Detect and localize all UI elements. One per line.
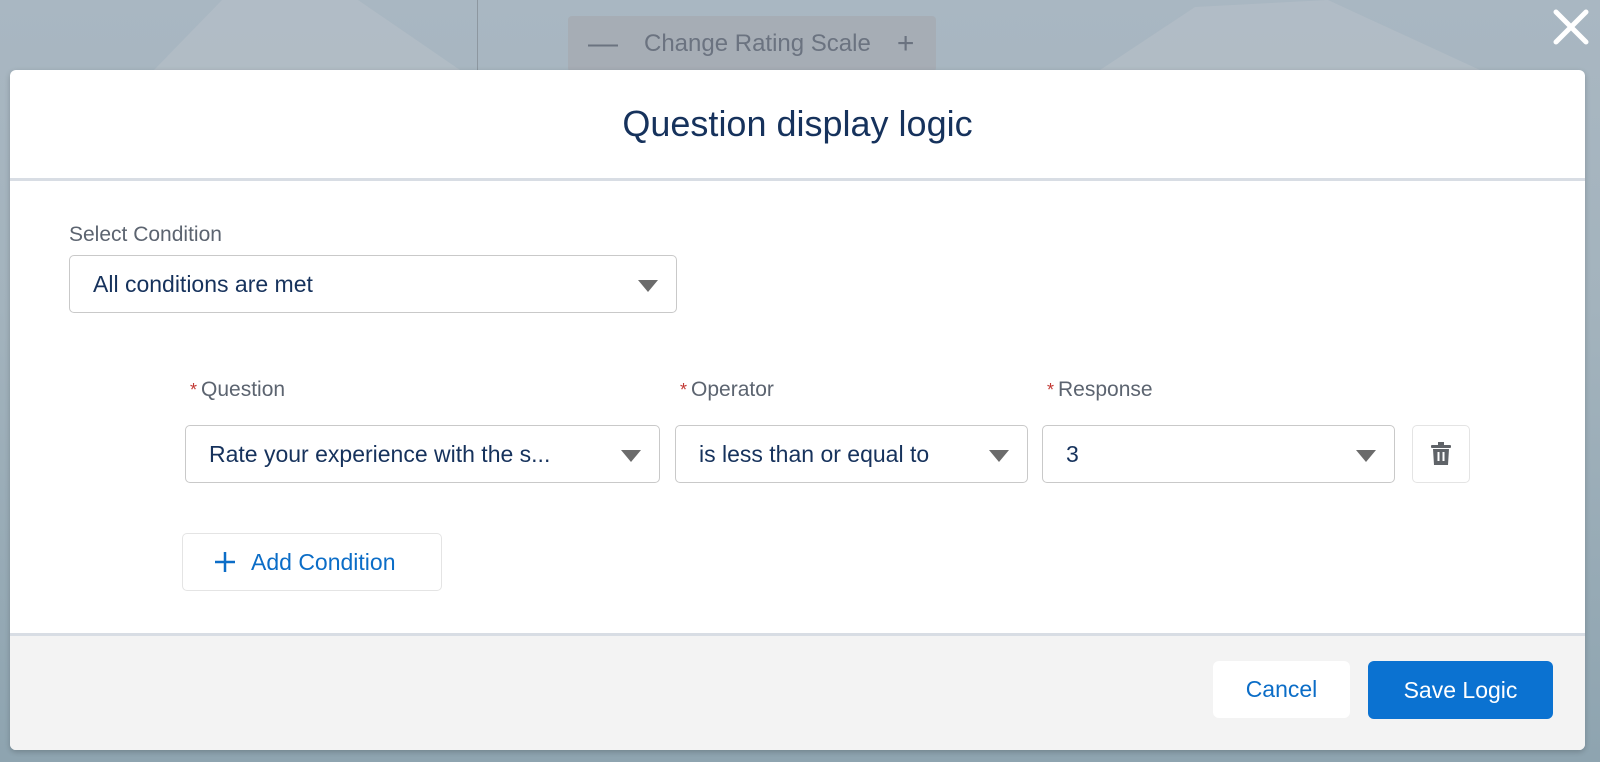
- background-toolbar-label: Change Rating Scale: [644, 30, 871, 57]
- minus-icon: —: [588, 27, 618, 60]
- plus-icon: +: [896, 27, 915, 60]
- response-label: * Response: [1047, 378, 1153, 401]
- modal-body: Select Condition All conditions are met …: [10, 181, 1585, 639]
- modal-title: Question display logic: [622, 103, 973, 144]
- operator-dropdown[interactable]: is less than or equal to: [675, 425, 1028, 483]
- operator-label: * Operator: [680, 378, 774, 401]
- delete-condition-button[interactable]: [1412, 425, 1470, 483]
- response-dropdown[interactable]: 3: [1042, 425, 1395, 483]
- trash-icon: [1431, 442, 1451, 465]
- background-toolbar: — Change Rating Scale +: [568, 16, 936, 72]
- chevron-down-icon: [638, 280, 658, 292]
- operator-value: is less than or equal to: [699, 440, 930, 467]
- close-button[interactable]: [1548, 4, 1594, 50]
- cancel-button[interactable]: Cancel: [1213, 661, 1350, 718]
- chevron-down-icon: [621, 450, 641, 462]
- add-condition-label: Add Condition: [251, 548, 396, 575]
- required-indicator: *: [1047, 380, 1055, 400]
- save-logic-button[interactable]: Save Logic: [1368, 661, 1553, 719]
- chevron-down-icon: [1356, 450, 1376, 462]
- question-display-logic-modal: Question display logic Select Condition …: [10, 70, 1585, 750]
- modal-header: Question display logic: [10, 70, 1585, 181]
- chevron-down-icon: [989, 450, 1009, 462]
- question-label: * Question: [190, 378, 286, 401]
- required-indicator: *: [680, 380, 688, 400]
- select-condition-label: Select Condition: [69, 223, 222, 246]
- response-value: 3: [1066, 440, 1079, 467]
- question-dropdown[interactable]: Rate your experience with the s...: [185, 425, 660, 483]
- select-condition-dropdown[interactable]: All conditions are met: [69, 255, 677, 313]
- required-indicator: *: [190, 380, 198, 400]
- background-divider: [477, 0, 478, 70]
- select-condition-value: All conditions are met: [93, 270, 313, 297]
- add-condition-button[interactable]: Add Condition: [182, 533, 442, 591]
- modal-footer: Cancel Save Logic: [10, 633, 1585, 750]
- question-value: Rate your experience with the s...: [209, 440, 551, 467]
- close-icon: [1553, 9, 1589, 45]
- plus-icon: [215, 552, 235, 572]
